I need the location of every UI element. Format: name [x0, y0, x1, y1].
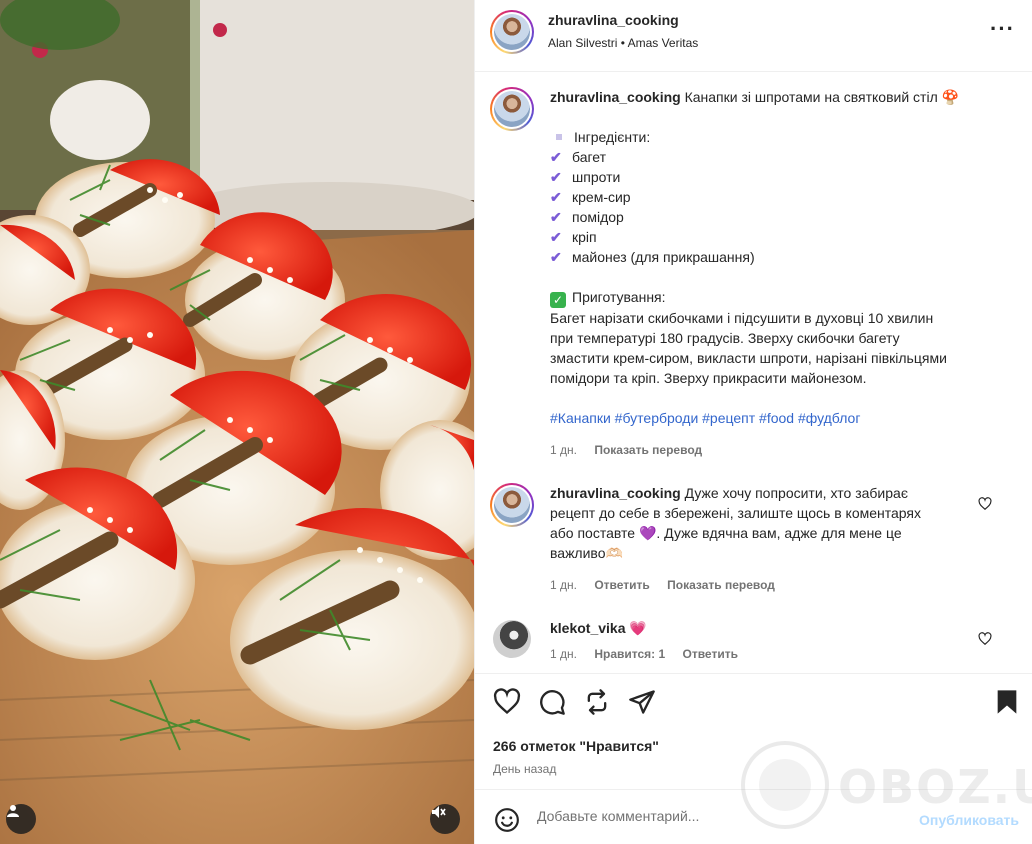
comment-translate-link[interactable]: Показать перевод: [667, 578, 775, 592]
bullet-square-icon: [556, 134, 562, 140]
commenter-avatar[interactable]: [493, 620, 531, 658]
more-options-icon[interactable]: ···: [990, 18, 1015, 40]
person-icon: [7, 805, 19, 817]
reply-link[interactable]: Ответить: [683, 647, 738, 661]
tagged-users-button[interactable]: [6, 804, 36, 834]
caption-avatar[interactable]: [490, 87, 534, 131]
prep-line: при температурі 180 градусів. Зверху ски…: [550, 330, 900, 346]
hashtags[interactable]: #Канапки #бутерброди #рецепт #food #фудб…: [550, 408, 1010, 428]
comment-text-line: . Дуже вдячна вам, адже для мене це: [656, 525, 902, 541]
green-check-box-icon: ✓: [550, 292, 566, 308]
ingredient-item: шпроти: [572, 169, 621, 185]
check-icon: ✔: [550, 209, 562, 225]
comment-avatar[interactable]: [490, 483, 534, 527]
comment-text-line: важливо: [550, 545, 606, 561]
like-comment-heart-icon[interactable]: [978, 632, 992, 646]
author-username[interactable]: zhuravlina_cooking: [548, 12, 679, 28]
prep-heading: Приготування:: [572, 289, 666, 305]
comment-likes-count[interactable]: Нравится: 1: [594, 647, 665, 661]
add-comment-bar: Опубликовать: [475, 789, 1032, 844]
ingredient-item: помідор: [572, 209, 624, 225]
comment-username[interactable]: zhuravlina_cooking: [550, 485, 681, 501]
repost-icon[interactable]: [583, 688, 611, 716]
comment-text-line: Дуже хочу попросити, хто забирає: [684, 485, 908, 501]
pink-heart-emoji: 💗: [629, 620, 647, 636]
likes-count[interactable]: 266 отметок "Нравится": [493, 738, 659, 754]
caption-username[interactable]: zhuravlina_cooking: [550, 89, 681, 105]
check-icon: ✔: [550, 249, 562, 265]
audio-track[interactable]: Alan Silvestri • Amas Veritas: [548, 36, 698, 50]
comment-age[interactable]: 1 дн.: [550, 647, 577, 661]
canape-photo-illustration: [0, 0, 474, 844]
post-time[interactable]: День назад: [493, 762, 556, 776]
check-icon: ✔: [550, 229, 562, 245]
purple-heart-emoji: 💜: [638, 525, 657, 541]
share-plane-icon[interactable]: [628, 688, 656, 716]
like-heart-icon[interactable]: [493, 688, 521, 716]
caption-title: Канапки зі шпротами на святковий стіл: [684, 89, 938, 105]
check-icon: ✔: [550, 189, 562, 205]
caption-age[interactable]: 1 дн.: [550, 443, 577, 457]
comment-input[interactable]: [537, 808, 897, 824]
author-avatar[interactable]: [490, 10, 534, 54]
comment-bubble-icon[interactable]: [538, 688, 566, 716]
mute-audio-button[interactable]: [430, 804, 460, 834]
caption-translate-link[interactable]: Показать перевод: [594, 443, 702, 457]
comment-age[interactable]: 1 дн.: [550, 578, 577, 592]
comment-text-line: рецепт до себе в збережені, залиште щось…: [550, 505, 922, 521]
publish-button[interactable]: Опубликовать: [919, 812, 1019, 828]
check-icon: ✔: [550, 169, 562, 185]
post-actions: 266 отметок "Нравится" День назад: [475, 673, 1032, 788]
post-header: zhuravlina_cooking Alan Silvestri • Amas…: [475, 0, 1032, 72]
like-comment-heart-icon[interactable]: [978, 497, 992, 511]
bookmark-saved-icon[interactable]: [993, 688, 1021, 716]
emoji-smiley-icon[interactable]: [494, 807, 520, 833]
prep-line: помідори та кріп. Зверху прикрасити майо…: [550, 370, 867, 386]
ingredient-item: багет: [572, 149, 607, 165]
ingredient-item: майонез (для прикрашання): [572, 249, 755, 265]
heart-hands-emoji: 🫶🏻: [605, 545, 623, 561]
check-icon: ✔: [550, 149, 562, 165]
mushroom-emoji: 🍄: [941, 89, 960, 105]
speaker-muted-icon: [432, 806, 446, 818]
post-photo[interactable]: [0, 0, 474, 844]
ingredient-item: кріп: [572, 229, 597, 245]
comment-text-line: або поставте: [550, 525, 636, 541]
comments-list: zhuravlina_cooking Канапки зі шпротами н…: [475, 73, 1032, 673]
ingredient-item: крем-сир: [572, 189, 631, 205]
reply-link[interactable]: Ответить: [594, 578, 649, 592]
prep-line: Багет нарізати скибочками і підсушити в …: [550, 310, 934, 326]
comment-username[interactable]: klekot_vika: [550, 620, 626, 636]
prep-line: змастити крем-сиром, викласти шпроти, на…: [550, 350, 947, 366]
post-panel: zhuravlina_cooking Alan Silvestri • Amas…: [474, 0, 1032, 844]
ingredients-heading: Інгредієнти:: [574, 129, 651, 145]
